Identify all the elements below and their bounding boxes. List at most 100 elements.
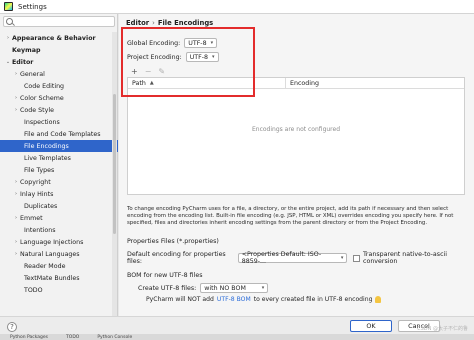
- sidebar-item-live-templates[interactable]: Live Templates: [0, 152, 118, 164]
- sidebar-item-label: TextMate Bundles: [24, 274, 80, 282]
- sidebar-item-color-scheme[interactable]: › Color Scheme: [0, 92, 118, 104]
- settings-search-box[interactable]: [3, 16, 115, 27]
- sidebar-item-emmet[interactable]: › Emmet: [0, 212, 118, 224]
- chevron-down-icon[interactable]: ⌄: [4, 59, 12, 65]
- sidebar-item-code-style[interactable]: › Code Style: [0, 104, 118, 116]
- sidebar-item-label: Editor: [12, 58, 34, 66]
- sidebar-item-intentions[interactable]: Intentions: [0, 224, 118, 236]
- sidebar-item-label: TODO: [24, 286, 43, 294]
- bom-note-prefix: PyCharm will NOT add: [146, 296, 214, 303]
- sidebar-item-general[interactable]: › General: [0, 68, 118, 80]
- global-encoding-row: Global Encoding: UTF-8 ▾: [127, 38, 218, 48]
- sidebar-item-label: General: [20, 70, 45, 78]
- bom-select[interactable]: with NO BOM ▾: [200, 283, 269, 293]
- sidebar-item-label: Keymap: [12, 46, 41, 54]
- sidebar-item-natural-languages[interactable]: › Natural Languages: [0, 248, 118, 260]
- sidebar-item-duplicates[interactable]: Duplicates: [0, 200, 118, 212]
- sidebar-item-label: Code Editing: [24, 82, 65, 90]
- sidebar-item-label: File and Code Templates: [24, 130, 101, 138]
- lightbulb-icon[interactable]: [375, 296, 382, 303]
- chevron-right-icon[interactable]: ›: [12, 239, 20, 245]
- path-column-header[interactable]: Path ▲: [128, 78, 286, 88]
- help-icon[interactable]: ?: [7, 322, 17, 332]
- breadcrumb-editor[interactable]: Editor: [126, 19, 149, 27]
- encoding-description: To change encoding PyCharm uses for a fi…: [127, 206, 454, 226]
- chevron-down-icon: ▾: [212, 54, 215, 60]
- bom-section-title: BOM for new UTF-8 files: [127, 272, 203, 279]
- properties-section-title: Properties Files (*.properties): [127, 238, 219, 245]
- add-icon[interactable]: +: [131, 67, 138, 76]
- chevron-right-icon[interactable]: ›: [12, 95, 20, 101]
- table-header: Path ▲ Encoding: [128, 78, 464, 89]
- chevron-right-icon[interactable]: ›: [12, 179, 20, 185]
- sidebar-item-textmate-bundles[interactable]: TextMate Bundles: [0, 272, 118, 284]
- properties-default-label: Default encoding for properties files:: [127, 251, 226, 265]
- sidebar-item-inlay-hints[interactable]: › Inlay Hints: [0, 188, 118, 200]
- search-input[interactable]: [17, 18, 113, 25]
- sidebar-item-label: Code Style: [20, 106, 54, 114]
- global-encoding-label: Global Encoding:: [127, 39, 181, 47]
- sidebar-item-file-encodings[interactable]: File Encodings: [0, 140, 118, 152]
- encodings-toolbar: + − ✎: [127, 66, 465, 77]
- sidebar-item-label: Inspections: [24, 118, 60, 126]
- transparent-conversion-checkbox[interactable]: [353, 254, 360, 262]
- chevron-right-icon[interactable]: ›: [12, 191, 20, 197]
- sidebar-item-label: Color Scheme: [20, 94, 64, 102]
- title-bar: Settings: [0, 0, 474, 14]
- status-todo[interactable]: TODO: [66, 335, 79, 340]
- sort-ascending-icon: ▲: [149, 80, 154, 86]
- global-encoding-select[interactable]: UTF-8 ▾: [184, 38, 218, 48]
- sidebar-item-appearance-behavior[interactable]: › Appearance & Behavior: [0, 32, 118, 44]
- properties-encoding-value: <Properties Default: ISO-8859-...: [241, 251, 322, 265]
- status-python-packages[interactable]: Python Packages: [10, 335, 48, 340]
- sidebar-item-editor[interactable]: ⌄ Editor: [0, 56, 118, 68]
- bom-create-row: Create UTF-8 files: with NO BOM ▾: [138, 283, 269, 293]
- sidebar-item-label: Language Injections: [20, 238, 84, 246]
- bom-note-suffix: to every created file in UTF-8 encoding: [253, 296, 373, 303]
- sidebar-item-reader-mode[interactable]: Reader Mode: [0, 260, 118, 272]
- sidebar-item-label: File Encodings: [24, 142, 69, 150]
- encoding-column-header[interactable]: Encoding: [286, 80, 319, 87]
- ok-button[interactable]: OK: [350, 320, 392, 332]
- sidebar-item-language-injections[interactable]: › Language Injections: [0, 236, 118, 248]
- sidebar-item-label: Intentions: [24, 226, 56, 234]
- sidebar-item-copyright[interactable]: › Copyright: [0, 176, 118, 188]
- chevron-right-icon[interactable]: ›: [4, 35, 12, 41]
- watermark: CSDN @太子不仁的鲁: [417, 326, 468, 332]
- edit-icon[interactable]: ✎: [158, 67, 165, 76]
- window-title: Settings: [18, 2, 47, 11]
- sidebar-item-inspections[interactable]: Inspections: [0, 116, 118, 128]
- sidebar-scrollbar-thumb[interactable]: [113, 94, 116, 234]
- chevron-right-icon[interactable]: ›: [12, 215, 20, 221]
- sidebar-item-label: File Types: [24, 166, 55, 174]
- breadcrumb-file-encodings: File Encodings: [157, 19, 214, 27]
- chevron-down-icon: ▾: [210, 40, 214, 46]
- bom-note: PyCharm will NOT add UTF-8 BOM to every …: [146, 296, 382, 303]
- project-encoding-value: UTF-8: [189, 53, 209, 61]
- sidebar-item-keymap[interactable]: Keymap: [0, 44, 118, 56]
- properties-encoding-select[interactable]: <Properties Default: ISO-8859-... ▾: [237, 251, 348, 265]
- sidebar-item-todo[interactable]: TODO: [0, 284, 118, 296]
- sidebar-item-code-editing[interactable]: Code Editing: [0, 80, 118, 92]
- chevron-down-icon: ▾: [261, 285, 265, 291]
- settings-sidebar: › Appearance & Behavior Keymap ⌄ Editor › Gene…: [0, 14, 118, 332]
- empty-table-text: Encodings are not configured: [251, 126, 341, 133]
- search-icon: [6, 18, 13, 25]
- bom-create-label: Create UTF-8 files:: [138, 284, 197, 292]
- sidebar-item-file-types[interactable]: File Types: [0, 164, 118, 176]
- chevron-right-icon[interactable]: ›: [12, 251, 20, 257]
- project-encoding-row: Project Encoding: UTF-8 ▾: [127, 52, 219, 62]
- chevron-right-icon[interactable]: ›: [12, 107, 20, 113]
- sidebar-item-file-and-code-templates[interactable]: File and Code Templates: [0, 128, 118, 140]
- sidebar-item-label: Live Templates: [24, 154, 71, 162]
- utf8-bom-link[interactable]: UTF-8 BOM: [217, 296, 251, 303]
- status-python-console[interactable]: Python Console: [97, 335, 132, 340]
- remove-icon[interactable]: −: [145, 67, 152, 76]
- encodings-table[interactable]: Path ▲ Encoding Encodings are not config…: [127, 77, 465, 195]
- transparent-conversion-label[interactable]: Transparent native-to-ascii conversion: [363, 251, 474, 265]
- project-encoding-select[interactable]: UTF-8 ▾: [185, 52, 219, 62]
- sidebar-item-label: Appearance & Behavior: [12, 34, 96, 42]
- chevron-right-icon[interactable]: ›: [12, 71, 20, 77]
- sidebar-item-label: Natural Languages: [20, 250, 80, 258]
- global-encoding-value: UTF-8: [188, 39, 207, 47]
